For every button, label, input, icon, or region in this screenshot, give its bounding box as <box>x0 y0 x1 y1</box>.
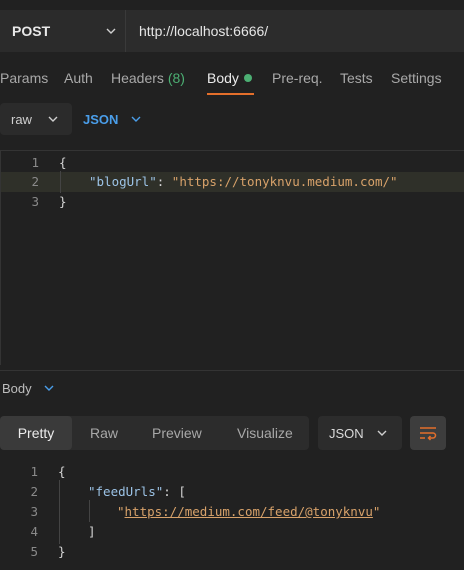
chevron-down-icon <box>106 28 116 34</box>
tab-headers-label: Headers <box>111 70 164 86</box>
chevron-down-icon <box>131 116 141 122</box>
line-number: 2 <box>31 174 39 189</box>
line-number: 3 <box>31 194 39 209</box>
quote: " <box>117 504 125 519</box>
indent-guide <box>89 500 90 522</box>
tab-headers[interactable]: Headers (8) <box>111 70 185 86</box>
feed-url-link[interactable]: https://medium.com/feed/@tonyknvu <box>125 504 373 519</box>
tab-prereq[interactable]: Pre-req. <box>272 70 323 86</box>
json-separator: : <box>156 174 172 189</box>
wrap-lines-icon <box>420 427 437 441</box>
json-key: "blogUrl" <box>89 174 157 189</box>
json-string-value: "https://tonyknvu.medium.com/" <box>171 174 398 189</box>
code-text: "https://medium.com/feed/@tonyknvu" <box>117 504 380 519</box>
quote: " <box>372 504 381 519</box>
wrap-lines-button[interactable] <box>410 416 446 450</box>
view-preview[interactable]: Preview <box>152 416 202 450</box>
tab-settings[interactable]: Settings <box>391 70 442 86</box>
editor-line: 3 } <box>1 192 464 212</box>
code-text: { <box>58 464 66 479</box>
code-text: "blogUrl": "https://tonyknvu.medium.com/… <box>89 174 398 189</box>
chevron-down-icon <box>377 430 387 436</box>
viewer-line: 5 } <box>0 542 464 562</box>
method-select[interactable]: POST <box>0 10 126 52</box>
line-number: 3 <box>30 504 38 519</box>
line-number: 5 <box>30 544 38 559</box>
viewer-line: 4 ] <box>0 522 464 542</box>
viewer-line: 3 "https://medium.com/feed/@tonyknvu" <box>0 502 464 522</box>
indent-guide <box>60 171 61 193</box>
response-format-select[interactable]: JSON <box>318 416 402 450</box>
body-format-select[interactable]: JSON <box>83 103 142 135</box>
tab-body[interactable]: Body <box>207 70 252 86</box>
request-tabs: Params Auth Headers (8) Body Pre-req. Te… <box>0 70 464 90</box>
line-number: 1 <box>30 464 38 479</box>
body-format-label: JSON <box>83 111 119 127</box>
active-tab-underline <box>207 93 254 95</box>
line-number: 4 <box>30 524 38 539</box>
request-body-editor[interactable]: 1 { 2 "blogUrl": "https://tonyknvu.mediu… <box>0 150 464 365</box>
code-text: "feedUrls": [ <box>88 484 186 499</box>
tab-tests[interactable]: Tests <box>340 70 373 86</box>
viewer-line: 2 "feedUrls": [ <box>0 482 464 502</box>
response-body-label: Body <box>2 381 32 396</box>
response-body-toggle[interactable]: Body <box>2 381 55 396</box>
tab-body-label: Body <box>207 70 239 86</box>
chevron-down-icon <box>48 116 58 122</box>
json-punctuation: : [ <box>163 484 186 499</box>
code-text: } <box>59 194 67 209</box>
body-modified-dot <box>243 74 252 82</box>
body-type-select[interactable]: raw <box>0 103 72 135</box>
code-text: { <box>59 155 67 170</box>
body-type-label: raw <box>11 111 32 127</box>
response-body-viewer[interactable]: 1 { 2 "feedUrls": [ 3 "https://medium.co… <box>0 462 464 570</box>
editor-line: 1 { <box>1 153 464 173</box>
code-text: } <box>58 544 66 559</box>
tab-params[interactable]: Params <box>0 70 48 86</box>
view-visualize[interactable]: Visualize <box>237 416 293 450</box>
json-key: "feedUrls" <box>88 484 164 499</box>
view-pretty[interactable]: Pretty <box>0 416 72 450</box>
tab-auth[interactable]: Auth <box>64 70 93 86</box>
editor-line-active: 2 "blogUrl": "https://tonyknvu.medium.co… <box>1 172 464 192</box>
line-number: 2 <box>30 484 38 499</box>
view-raw[interactable]: Raw <box>90 416 118 450</box>
pane-divider[interactable] <box>0 370 464 371</box>
method-label: POST <box>12 23 51 39</box>
chevron-down-icon <box>44 385 54 391</box>
viewer-line: 1 { <box>0 462 464 482</box>
headers-count-badge: (8) <box>167 70 185 86</box>
indent-guide <box>59 480 60 544</box>
response-format-label: JSON <box>329 425 364 441</box>
url-input[interactable]: http://localhost:6666/ <box>139 10 268 52</box>
code-text: ] <box>88 524 96 539</box>
line-number: 1 <box>31 155 39 170</box>
